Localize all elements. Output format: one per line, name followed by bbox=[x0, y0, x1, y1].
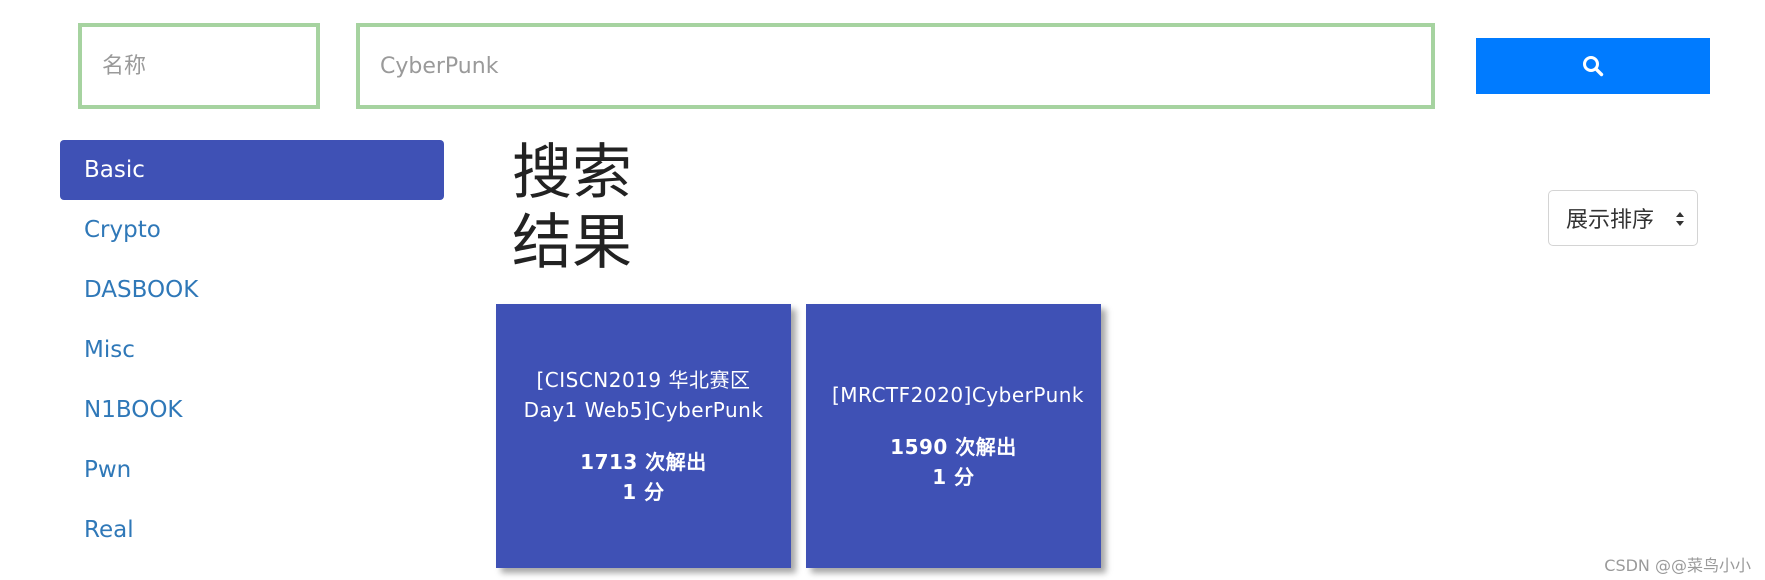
sidebar-item-pwn[interactable]: Pwn bbox=[60, 440, 444, 500]
challenge-solves: 1713 次解出 bbox=[580, 450, 707, 474]
sort-select[interactable]: 展示排序 bbox=[1548, 190, 1698, 246]
challenge-score: 1 分 bbox=[932, 465, 975, 489]
sidebar-item-n1book[interactable]: N1BOOK bbox=[60, 380, 444, 440]
watermark: CSDN @@菜鸟小小 bbox=[1604, 556, 1751, 575]
sidebar-item-misc[interactable]: Misc bbox=[60, 320, 444, 380]
challenge-title: [MRCTF2020]CyberPunk bbox=[832, 383, 1085, 407]
challenge-stats: 1713 次解出 1 分 bbox=[580, 447, 707, 507]
challenge-score: 1 分 bbox=[622, 480, 665, 504]
page-title: 搜索结果 bbox=[512, 138, 632, 278]
sort-caret-icon bbox=[1676, 212, 1684, 226]
search-icon bbox=[1583, 56, 1604, 77]
sidebar-item-basic[interactable]: Basic bbox=[60, 140, 444, 200]
category-sidebar: Basic Crypto DASBOOK Misc N1BOOK Pwn Rea… bbox=[60, 140, 444, 560]
sort-select-label: 展示排序 bbox=[1566, 208, 1655, 233]
page: Basic Crypto DASBOOK Misc N1BOOK Pwn Rea… bbox=[0, 0, 1765, 580]
challenge-solves: 1590 次解出 bbox=[890, 435, 1017, 459]
sidebar-item-crypto[interactable]: Crypto bbox=[60, 200, 444, 260]
search-input[interactable] bbox=[356, 23, 1435, 109]
search-button[interactable] bbox=[1476, 38, 1710, 94]
name-input[interactable] bbox=[78, 23, 320, 109]
challenge-card[interactable]: [CISCN2019 华北赛区 Day1 Web5]CyberPunk 1713… bbox=[496, 304, 791, 568]
challenge-title: [CISCN2019 华北赛区 Day1 Web5]CyberPunk bbox=[523, 368, 764, 422]
challenge-card[interactable]: [MRCTF2020]CyberPunk 1590 次解出 1 分 bbox=[806, 304, 1101, 568]
sidebar-item-dasbook[interactable]: DASBOOK bbox=[60, 260, 444, 320]
sidebar-item-real[interactable]: Real bbox=[60, 500, 444, 560]
challenge-stats: 1590 次解出 1 分 bbox=[890, 432, 1017, 492]
